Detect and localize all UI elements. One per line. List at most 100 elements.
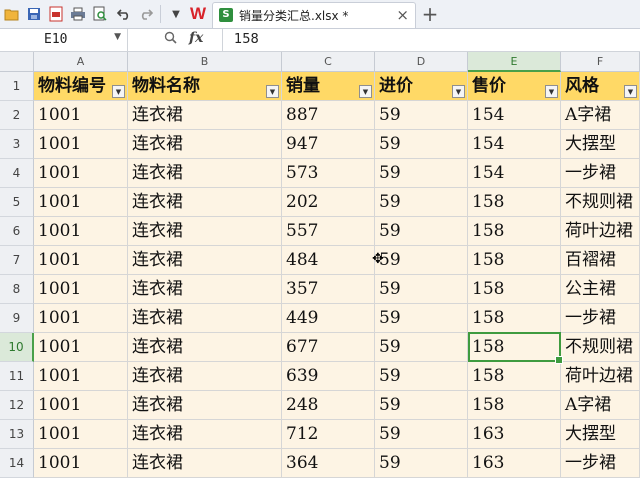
table-cell[interactable]: A字裙: [561, 391, 640, 420]
table-cell[interactable]: 连衣裙: [128, 304, 282, 333]
filter-dropdown-icon[interactable]: ▼: [266, 85, 279, 98]
table-cell[interactable]: 一步裙: [561, 159, 640, 188]
table-cell[interactable]: 947: [282, 130, 375, 159]
table-cell[interactable]: 59: [375, 304, 468, 333]
table-cell[interactable]: 59: [375, 333, 468, 362]
row-header-2[interactable]: 2: [0, 101, 34, 130]
table-cell[interactable]: 1001: [34, 391, 128, 420]
row-header-7[interactable]: 7: [0, 246, 34, 275]
table-cell[interactable]: 1001: [34, 246, 128, 275]
row-header-3[interactable]: 3: [0, 130, 34, 159]
table-cell[interactable]: 连衣裙: [128, 449, 282, 478]
table-cell[interactable]: 荷叶边裙: [561, 362, 640, 391]
filter-dropdown-icon[interactable]: ▼: [624, 85, 637, 98]
table-cell[interactable]: 59: [375, 159, 468, 188]
table-cell[interactable]: 154: [468, 101, 561, 130]
table-cell[interactable]: 887: [282, 101, 375, 130]
table-cell[interactable]: 连衣裙: [128, 333, 282, 362]
table-cell[interactable]: 1001: [34, 101, 128, 130]
filter-dropdown-icon[interactable]: ▼: [452, 85, 465, 98]
row-header-9[interactable]: 9: [0, 304, 34, 333]
table-cell[interactable]: 不规则裙: [561, 188, 640, 217]
table-cell[interactable]: 1001: [34, 130, 128, 159]
zoom-icon[interactable]: [164, 31, 177, 48]
table-cell[interactable]: 59: [375, 362, 468, 391]
header-cell[interactable]: 进价 ▼: [375, 72, 468, 101]
row-header-4[interactable]: 4: [0, 159, 34, 188]
row-header-14[interactable]: 14: [0, 449, 34, 478]
table-cell[interactable]: 连衣裙: [128, 101, 282, 130]
table-cell[interactable]: 158: [468, 362, 561, 391]
table-cell[interactable]: 158: [468, 391, 561, 420]
table-cell[interactable]: 59: [375, 449, 468, 478]
table-cell[interactable]: 59: [375, 101, 468, 130]
table-cell[interactable]: 158: [468, 246, 561, 275]
table-cell[interactable]: 59: [375, 420, 468, 449]
table-cell[interactable]: 公主裙: [561, 275, 640, 304]
column-header-c[interactable]: C: [282, 52, 375, 72]
table-cell[interactable]: 大摆型: [561, 420, 640, 449]
table-cell[interactable]: 连衣裙: [128, 275, 282, 304]
table-cell[interactable]: 1001: [34, 333, 128, 362]
table-cell[interactable]: 484: [282, 246, 375, 275]
print-preview-icon[interactable]: [90, 4, 110, 24]
header-cell[interactable]: 风格 ▼: [561, 72, 640, 101]
table-cell[interactable]: 59: [375, 246, 468, 275]
redo-icon[interactable]: [136, 4, 156, 24]
row-header-12[interactable]: 12: [0, 391, 34, 420]
table-cell[interactable]: 1001: [34, 362, 128, 391]
function-icon[interactable]: fx: [189, 30, 203, 46]
table-cell[interactable]: A字裙: [561, 101, 640, 130]
table-cell[interactable]: 一步裙: [561, 304, 640, 333]
table-cell[interactable]: 712: [282, 420, 375, 449]
name-box[interactable]: E10 ▼: [0, 29, 128, 51]
table-cell[interactable]: 573: [282, 159, 375, 188]
table-cell[interactable]: 1001: [34, 159, 128, 188]
row-header-1[interactable]: 1: [0, 72, 34, 101]
row-header-8[interactable]: 8: [0, 275, 34, 304]
new-tab-button[interactable]: +: [420, 2, 440, 26]
column-header-e[interactable]: E: [468, 52, 561, 72]
table-cell[interactable]: 荷叶边裙: [561, 217, 640, 246]
row-header-6[interactable]: 6: [0, 217, 34, 246]
table-cell[interactable]: 677: [282, 333, 375, 362]
close-icon[interactable]: ×: [396, 6, 409, 24]
table-cell[interactable]: 364: [282, 449, 375, 478]
table-cell[interactable]: 不规则裙: [561, 333, 640, 362]
table-cell[interactable]: 59: [375, 275, 468, 304]
column-header-b[interactable]: B: [128, 52, 282, 72]
table-cell[interactable]: 连衣裙: [128, 159, 282, 188]
header-cell[interactable]: 物料编号 ▼: [34, 72, 128, 101]
table-cell[interactable]: 163: [468, 449, 561, 478]
chevron-down-icon[interactable]: ▼: [114, 32, 121, 42]
table-cell[interactable]: 1001: [34, 188, 128, 217]
table-cell[interactable]: 连衣裙: [128, 420, 282, 449]
print-icon[interactable]: [68, 4, 88, 24]
folder-open-icon[interactable]: [2, 4, 22, 24]
table-cell[interactable]: 154: [468, 159, 561, 188]
select-all-corner[interactable]: [0, 52, 34, 72]
table-cell[interactable]: 连衣裙: [128, 246, 282, 275]
wps-logo-icon[interactable]: W: [190, 4, 210, 24]
column-header-d[interactable]: D: [375, 52, 468, 72]
table-cell[interactable]: 59: [375, 130, 468, 159]
table-cell[interactable]: 59: [375, 217, 468, 246]
table-cell[interactable]: 一步裙: [561, 449, 640, 478]
table-cell[interactable]: 557: [282, 217, 375, 246]
table-cell[interactable]: 连衣裙: [128, 217, 282, 246]
table-cell[interactable]: 449: [282, 304, 375, 333]
save-icon[interactable]: [24, 4, 44, 24]
table-cell[interactable]: 百褶裙: [561, 246, 640, 275]
table-cell[interactable]: 357: [282, 275, 375, 304]
column-header-a[interactable]: A: [34, 52, 128, 72]
table-cell[interactable]: 248: [282, 391, 375, 420]
row-header-5[interactable]: 5: [0, 188, 34, 217]
table-cell[interactable]: 大摆型: [561, 130, 640, 159]
table-cell[interactable]: 连衣裙: [128, 188, 282, 217]
table-cell[interactable]: 连衣裙: [128, 130, 282, 159]
table-cell[interactable]: 158: [468, 333, 561, 362]
table-cell[interactable]: 158: [468, 188, 561, 217]
table-cell[interactable]: 158: [468, 275, 561, 304]
table-cell[interactable]: 1001: [34, 217, 128, 246]
header-cell[interactable]: 物料名称 ▼: [128, 72, 282, 101]
